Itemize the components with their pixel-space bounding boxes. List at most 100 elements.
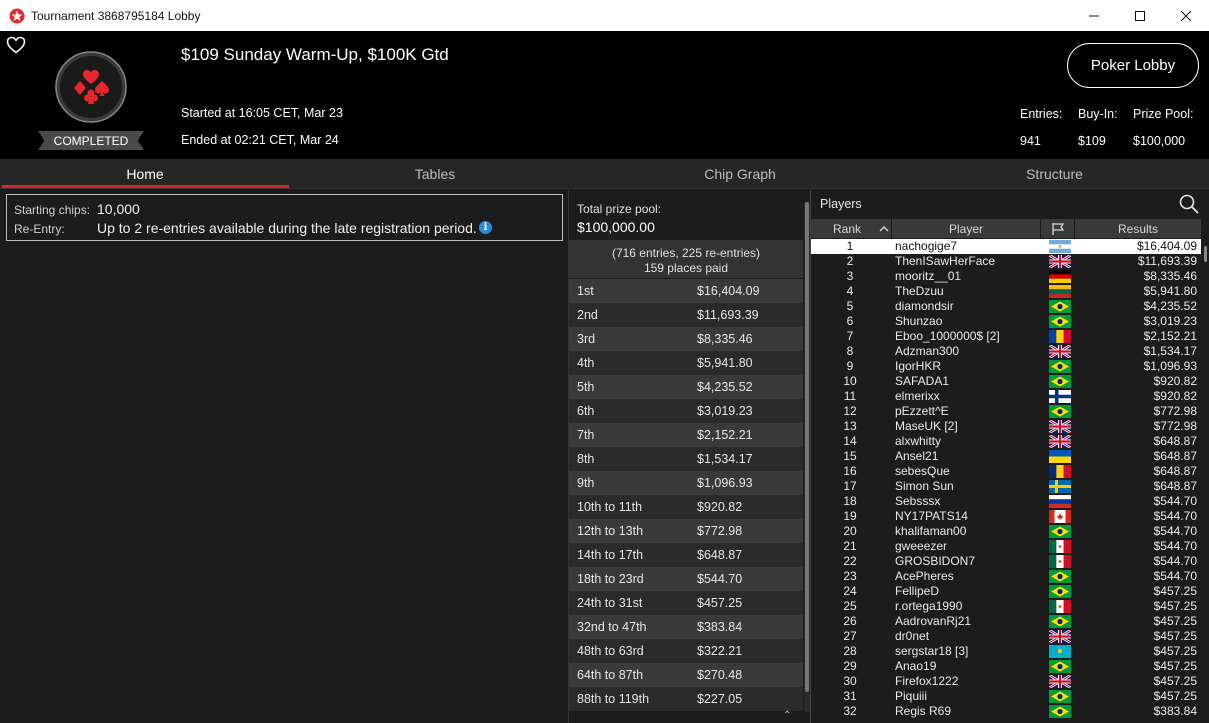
player-row[interactable]: 13 MaseUK [2] $772.98 [811, 418, 1201, 435]
player-row[interactable]: 29 Anao19 $457.25 [811, 659, 1201, 674]
player-result: $457.25 [1153, 644, 1197, 658]
player-rank: 5 [846, 299, 854, 313]
payout-row: 10th to 11th $920.82 [569, 495, 803, 519]
player-row[interactable]: 10 SAFADA1 $920.82 [811, 374, 1201, 389]
player-result: $383.84 [1153, 704, 1197, 718]
player-row[interactable]: 25 r.ortega1990 $457.25 [811, 599, 1201, 614]
starting-chips-value: 10,000 [97, 201, 140, 217]
player-row[interactable]: 7 Eboo_1000000$ [2] $2,152.21 [811, 329, 1201, 344]
player-row[interactable]: 18 Sebsssx $544.70 [811, 494, 1201, 509]
poker-lobby-button[interactable]: Poker Lobby [1067, 43, 1199, 88]
tab-tables[interactable]: Tables [290, 159, 580, 189]
info-icon[interactable]: i [479, 221, 492, 234]
suits-logo-icon [55, 51, 127, 123]
player-row[interactable]: 19 NY17PATS14 $544.70 [811, 509, 1201, 524]
uk-flag-icon [1048, 433, 1072, 450]
player-row[interactable]: 6 Shunzao $3,019.23 [811, 314, 1201, 329]
player-result: $16,404.09 [1136, 239, 1197, 253]
uk-flag-icon [1048, 673, 1072, 690]
favorite-heart-icon[interactable] [6, 36, 26, 54]
player-row[interactable]: 2 ThenISawHerFace $11,693.39 [811, 253, 1201, 270]
reentry-label: Re-Entry: [14, 222, 65, 236]
brazil-flag-icon [1049, 585, 1071, 598]
player-row[interactable]: 21 gweeezer $544.70 [811, 539, 1201, 554]
player-name: gweeezer [895, 539, 948, 553]
players-scrollbar[interactable] [1202, 246, 1209, 716]
player-rank: 12 [843, 404, 857, 418]
player-name: Regis R69 [895, 704, 952, 718]
player-row[interactable]: 8 Adzman300 $1,534.17 [811, 343, 1201, 360]
player-row[interactable]: 16 sebesQue $648.87 [811, 464, 1201, 479]
player-row[interactable]: 32 Regis R69 $383.84 [811, 704, 1201, 719]
player-row[interactable]: 3 mooritz__01 $8,335.46 [811, 269, 1201, 284]
player-result: $5,941.80 [1143, 284, 1197, 298]
tab-structure[interactable]: Structure [900, 159, 1209, 189]
player-row[interactable]: 4 TheDzuu $5,941.80 [811, 284, 1201, 299]
payout-amount: $3,019.23 [697, 404, 753, 418]
player-result: $3,019.23 [1143, 314, 1197, 328]
search-icon[interactable] [1179, 194, 1199, 214]
player-row[interactable]: 11 elmerixx $920.82 [811, 389, 1201, 404]
player-row[interactable]: 28 sergstar18 [3] $457.25 [811, 644, 1201, 659]
sweden-flag-icon [1049, 480, 1071, 493]
payout-amount: $8,335.46 [697, 332, 753, 346]
minimize-icon [1089, 15, 1099, 16]
player-name: IgorHKR [895, 359, 942, 373]
player-row[interactable]: 30 Firefox1222 $457.25 [811, 673, 1201, 690]
tournament-header: COMPLETED $109 Sunday Warm-Up, $100K Gtd… [0, 31, 1209, 159]
brazil-flag-icon [1049, 300, 1071, 313]
tab-chip-graph[interactable]: Chip Graph [590, 159, 890, 189]
player-result: $457.25 [1153, 689, 1197, 703]
player-rank: 10 [843, 374, 857, 388]
player-rank: 13 [843, 419, 857, 433]
player-row[interactable]: 1 nachogige7 $16,404.09 [811, 239, 1201, 254]
player-rank: 21 [843, 539, 857, 553]
status-badge: COMPLETED [38, 131, 144, 150]
moldova-flag-icon [1049, 330, 1071, 343]
brazil-flag-icon [1049, 615, 1071, 628]
player-row[interactable]: 17 Simon Sun $648.87 [811, 479, 1201, 494]
sort-ascending-icon[interactable] [879, 219, 889, 238]
results-column-header[interactable]: Results [1074, 219, 1201, 238]
player-row[interactable]: 31 Piquiii $457.25 [811, 689, 1201, 704]
payout-place: 5th [577, 380, 595, 394]
player-result: $772.98 [1153, 419, 1197, 433]
player-row[interactable]: 27 dr0net $457.25 [811, 628, 1201, 645]
close-button[interactable] [1163, 0, 1209, 31]
player-row[interactable]: 24 FellipeD $457.25 [811, 584, 1201, 599]
mexico-flag-icon [1049, 555, 1071, 568]
rank-column-header[interactable]: Rank [833, 219, 861, 238]
window-title: Tournament 3868795184 Lobby [31, 8, 201, 23]
payout-list: 1st $16,404.09 2nd $11,693.39 3rd $8,335.46 4t… [569, 279, 803, 711]
player-row[interactable]: 22 GROSBIDON7 $544.70 [811, 554, 1201, 569]
payout-place: 64th to 87th [577, 668, 644, 682]
player-row[interactable]: 5 diamondsir $4,235.52 [811, 299, 1201, 314]
payout-row: 14th to 17th $648.87 [569, 543, 803, 567]
payout-place: 2nd [577, 308, 598, 322]
player-rank: 20 [843, 524, 857, 538]
brazil-flag-icon [1049, 570, 1071, 583]
brazil-flag-icon [1049, 525, 1071, 538]
players-list: 1 nachogige7 $16,404.09 2 ThenISawHerFace $11… [811, 239, 1201, 719]
player-rank: 1 [846, 239, 854, 253]
player-row[interactable]: 12 pEzzett^E $772.98 [811, 404, 1201, 419]
player-row[interactable]: 14 alxwhitty $648.87 [811, 433, 1201, 450]
player-row[interactable]: 20 khalifaman00 $544.70 [811, 524, 1201, 539]
player-result: $457.25 [1153, 614, 1197, 628]
player-row[interactable]: 15 Ansel21 $648.87 [811, 449, 1201, 464]
player-result: $11,693.39 [1137, 254, 1197, 268]
player-row[interactable]: 23 AcePheres $544.70 [811, 569, 1201, 584]
payout-amount: $920.82 [697, 500, 743, 514]
brazil-flag-icon [1049, 690, 1071, 703]
player-column-header[interactable]: Player [891, 219, 1041, 238]
maximize-button[interactable] [1117, 0, 1163, 31]
reentry-value: Up to 2 re-entries available during the … [97, 220, 477, 236]
pokerstars-logo-icon [9, 8, 25, 23]
payout-row: 88th to 119th $227.05 [569, 687, 803, 711]
scroll-up-icon[interactable]: ⌃ [783, 710, 791, 721]
player-row[interactable]: 9 IgorHKR $1,096.93 [811, 359, 1201, 374]
minimize-button[interactable] [1071, 0, 1117, 31]
player-row[interactable]: 26 AadrovanRj21 $457.25 [811, 614, 1201, 629]
flag-column-icon[interactable] [1051, 219, 1065, 238]
brazil-flag-icon [1049, 360, 1071, 373]
